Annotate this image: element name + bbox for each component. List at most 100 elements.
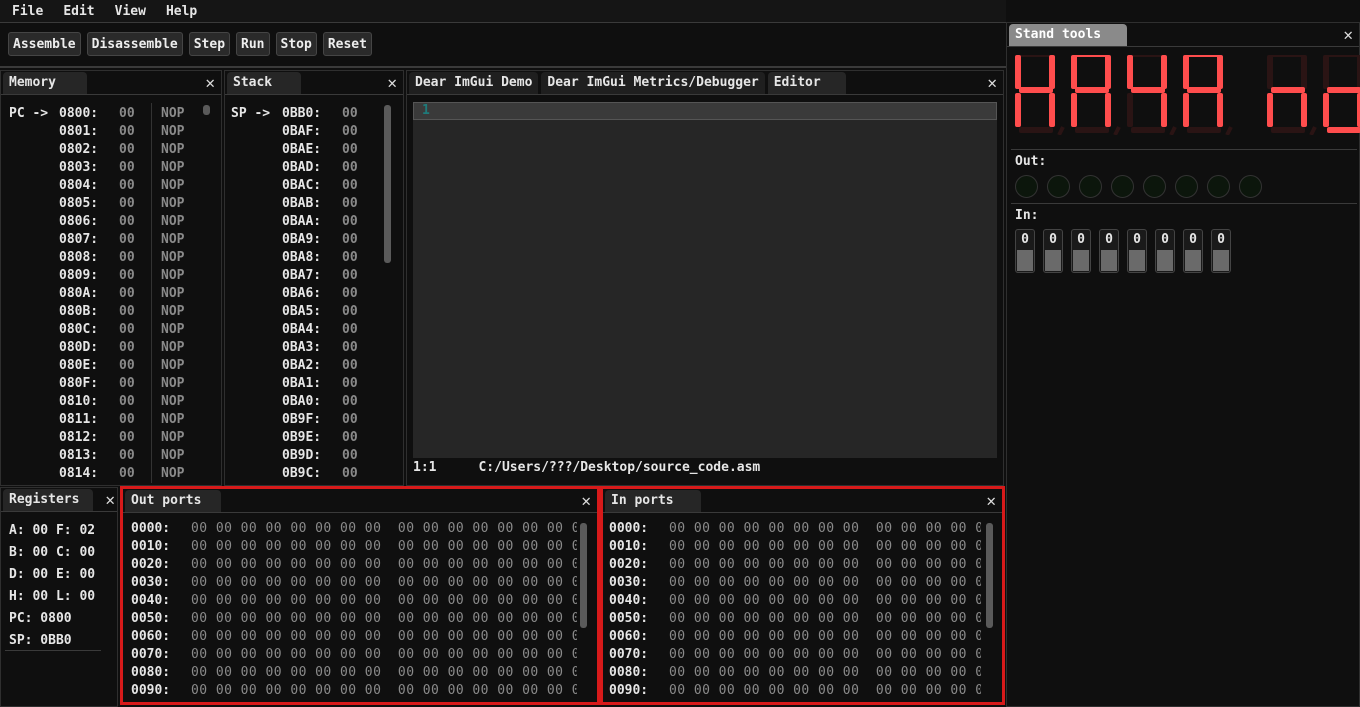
tab-imgui-metrics[interactable]: Dear ImGui Metrics/Debugger (541, 72, 765, 94)
port-bytes[interactable]: 00 00 00 00 00 00 00 00 00 00 00 00 00 0… (191, 575, 577, 590)
memory-row[interactable]: 080F: 00 NOP (9, 375, 221, 393)
in-ports-scrollbar[interactable] (986, 523, 993, 628)
stack-row[interactable]: 0BA2: 00 (231, 357, 403, 375)
port-bytes[interactable]: 00 00 00 00 00 00 00 00 00 00 00 00 00 0… (191, 629, 577, 644)
memory-row[interactable]: 0808: 00 NOP (9, 249, 221, 267)
memory-scrollbar[interactable] (203, 105, 210, 115)
tab-in-ports[interactable]: In ports (605, 490, 701, 512)
tab-stack[interactable]: Stack (227, 72, 301, 94)
reset-button[interactable]: Reset (322, 32, 372, 56)
stack-row[interactable]: 0B9F: 00 (231, 411, 403, 429)
stack-row[interactable]: 0BAB: 00 (231, 195, 403, 213)
tab-registers[interactable]: Registers (3, 489, 93, 511)
tab-imgui-demo[interactable]: Dear ImGui Demo (409, 72, 539, 94)
port-bytes[interactable]: 00 00 00 00 00 00 00 00 00 00 00 00 00 0… (191, 539, 577, 554)
port-bytes[interactable]: 00 00 00 00 00 00 00 00 00 00 00 00 00 0… (669, 593, 981, 608)
port-bytes[interactable]: 00 00 00 00 00 00 00 00 00 00 00 00 00 0… (669, 611, 981, 626)
menu-help[interactable]: Help (154, 0, 205, 22)
port-bytes[interactable]: 00 00 00 00 00 00 00 00 00 00 00 00 00 0… (191, 557, 577, 572)
port-bytes[interactable]: 00 00 00 00 00 00 00 00 00 00 00 00 00 0… (669, 647, 981, 662)
stack-row[interactable]: 0BAD: 00 (231, 159, 403, 177)
input-switch[interactable]: 0 (1183, 229, 1203, 273)
stack-row[interactable]: 0BAE: 00 (231, 141, 403, 159)
stack-row[interactable]: 0BA0: 00 (231, 393, 403, 411)
memory-row[interactable]: 0803: 00 NOP (9, 159, 221, 177)
memory-row[interactable]: 0807: 00 NOP (9, 231, 221, 249)
close-icon[interactable]: ✕ (986, 491, 996, 510)
port-bytes[interactable]: 00 00 00 00 00 00 00 00 00 00 00 00 00 0… (669, 665, 981, 680)
stack-row[interactable]: 0BA4: 00 (231, 321, 403, 339)
stack-row[interactable]: 0BAF: 00 (231, 123, 403, 141)
close-icon[interactable]: ✕ (205, 73, 215, 92)
memory-row[interactable]: PC -> 0800: 00 NOP (9, 105, 221, 123)
input-switch[interactable]: 0 (1071, 229, 1091, 273)
stack-row[interactable]: 0BA9: 00 (231, 231, 403, 249)
tab-memory[interactable]: Memory (3, 72, 87, 94)
memory-row[interactable]: 080C: 00 NOP (9, 321, 221, 339)
memory-row[interactable]: 0812: 00 NOP (9, 429, 221, 447)
input-switch[interactable]: 0 (1155, 229, 1175, 273)
memory-row[interactable]: 0809: 00 NOP (9, 267, 221, 285)
memory-row[interactable]: 0806: 00 NOP (9, 213, 221, 231)
memory-row[interactable]: 080D: 00 NOP (9, 339, 221, 357)
port-bytes[interactable]: 00 00 00 00 00 00 00 00 00 00 00 00 00 0… (191, 611, 577, 626)
memory-row[interactable]: 0810: 00 NOP (9, 393, 221, 411)
port-bytes[interactable]: 00 00 00 00 00 00 00 00 00 00 00 00 00 0… (669, 629, 981, 644)
stack-scrollbar[interactable] (384, 105, 391, 263)
stack-row[interactable]: 0BAC: 00 (231, 177, 403, 195)
stack-row[interactable]: 0B9D: 00 (231, 447, 403, 465)
step-button[interactable]: Step (188, 32, 231, 56)
stack-row[interactable]: 0B9C: 00 (231, 465, 403, 483)
assemble-button[interactable]: Assemble (8, 32, 81, 56)
menu-edit[interactable]: Edit (51, 0, 102, 22)
input-switch[interactable]: 0 (1211, 229, 1231, 273)
menu-file[interactable]: File (0, 0, 51, 22)
stack-row[interactable]: 0B9E: 00 (231, 429, 403, 447)
out-ports-scrollbar[interactable] (580, 523, 587, 628)
stack-row[interactable]: 0BA5: 00 (231, 303, 403, 321)
run-button[interactable]: Run (236, 32, 270, 56)
close-icon[interactable]: ✕ (105, 490, 115, 509)
memory-row[interactable]: 0811: 00 NOP (9, 411, 221, 429)
memory-row[interactable]: 0805: 00 NOP (9, 195, 221, 213)
port-bytes[interactable]: 00 00 00 00 00 00 00 00 00 00 00 00 00 0… (191, 593, 577, 608)
stack-row[interactable]: 0BA6: 00 (231, 285, 403, 303)
port-bytes[interactable]: 00 00 00 00 00 00 00 00 00 00 00 00 00 0… (669, 539, 981, 554)
menu-view[interactable]: View (103, 0, 154, 22)
close-icon[interactable]: ✕ (987, 73, 997, 92)
stack-row[interactable]: 0BA1: 00 (231, 375, 403, 393)
code-editor[interactable]: 1 (413, 102, 997, 458)
port-bytes[interactable]: 00 00 00 00 00 00 00 00 00 00 00 00 00 0… (669, 521, 981, 536)
tab-editor[interactable]: Editor (767, 72, 846, 94)
stop-button[interactable]: Stop (275, 32, 317, 56)
tab-stand-tools[interactable]: Stand tools (1009, 24, 1127, 46)
stack-row[interactable]: 0BAA: 00 (231, 213, 403, 231)
close-icon[interactable]: ✕ (387, 73, 397, 92)
memory-row[interactable]: 0801: 00 NOP (9, 123, 221, 141)
memory-row[interactable]: 080E: 00 NOP (9, 357, 221, 375)
memory-row[interactable]: 0802: 00 NOP (9, 141, 221, 159)
memory-row[interactable]: 080B: 00 NOP (9, 303, 221, 321)
port-bytes[interactable]: 00 00 00 00 00 00 00 00 00 00 00 00 00 0… (191, 521, 577, 536)
port-bytes[interactable]: 00 00 00 00 00 00 00 00 00 00 00 00 00 0… (191, 647, 577, 662)
stack-row[interactable]: 0BA8: 00 (231, 249, 403, 267)
input-switch[interactable]: 0 (1015, 229, 1035, 273)
disassemble-button[interactable]: Disassemble (86, 32, 183, 56)
tab-out-ports[interactable]: Out ports (125, 490, 221, 512)
memory-row[interactable]: 080A: 00 NOP (9, 285, 221, 303)
port-bytes[interactable]: 00 00 00 00 00 00 00 00 00 00 00 00 00 0… (669, 683, 981, 698)
port-bytes[interactable]: 00 00 00 00 00 00 00 00 00 00 00 00 00 0… (669, 575, 981, 590)
port-bytes[interactable]: 00 00 00 00 00 00 00 00 00 00 00 00 00 0… (191, 683, 577, 698)
port-bytes[interactable]: 00 00 00 00 00 00 00 00 00 00 00 00 00 0… (669, 557, 981, 572)
stack-row[interactable]: SP -> 0BB0: 00 (231, 105, 403, 123)
input-switch[interactable]: 0 (1043, 229, 1063, 273)
close-icon[interactable]: ✕ (581, 491, 591, 510)
memory-row[interactable]: 0804: 00 NOP (9, 177, 221, 195)
input-switch[interactable]: 0 (1099, 229, 1119, 273)
stack-row[interactable]: 0BA3: 00 (231, 339, 403, 357)
memory-row[interactable]: 0813: 00 NOP (9, 447, 221, 465)
stack-row[interactable]: 0BA7: 00 (231, 267, 403, 285)
close-icon[interactable]: ✕ (1343, 25, 1353, 44)
input-switch[interactable]: 0 (1127, 229, 1147, 273)
port-bytes[interactable]: 00 00 00 00 00 00 00 00 00 00 00 00 00 0… (191, 665, 577, 680)
